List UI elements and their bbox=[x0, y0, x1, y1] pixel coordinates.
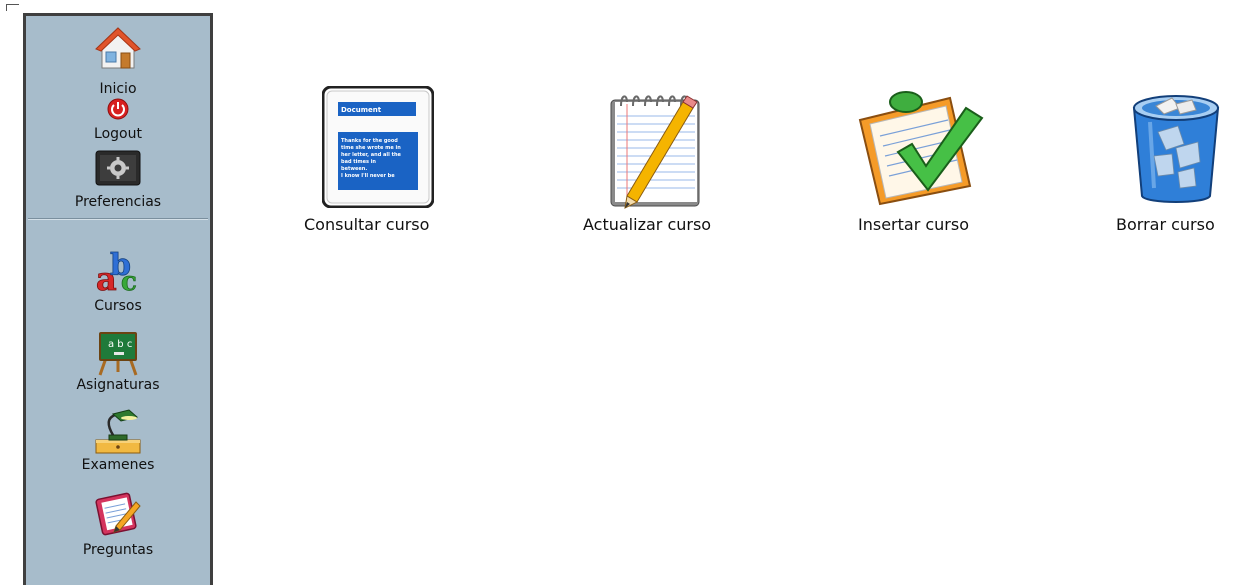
trash-bin-icon bbox=[1132, 95, 1220, 203]
power-icon bbox=[107, 98, 129, 120]
sidebar-item-label: Preguntas bbox=[82, 542, 154, 558]
chalkboard-icon: a b c bbox=[98, 332, 138, 376]
sidebar-item-label: Inicio bbox=[99, 81, 137, 97]
home-icon bbox=[95, 27, 141, 69]
document-preview-line: bad times in bbox=[341, 159, 376, 165]
svg-text:a b c: a b c bbox=[108, 339, 132, 350]
tile-label: Consultar curso bbox=[304, 215, 430, 234]
document-preview-line: I know I'll never be bbox=[341, 173, 395, 179]
sidebar-item-label: Cursos bbox=[94, 298, 142, 314]
insertar-curso-button[interactable]: Insertar curso bbox=[858, 86, 992, 236]
sidebar-item-logout[interactable]: Logout bbox=[26, 98, 210, 144]
consultar-curso-button[interactable]: Document Thanks for the good time she wr… bbox=[304, 86, 450, 236]
tile-label: Insertar curso bbox=[858, 215, 969, 234]
sidebar-divider bbox=[28, 218, 208, 220]
svg-text:c: c bbox=[121, 267, 137, 294]
sidebar-item-label: Preferencias bbox=[74, 194, 162, 210]
sidebar: Inicio Logout Preferencias a b c Cursos … bbox=[23, 13, 213, 585]
sidebar-item-label: Examenes bbox=[81, 457, 155, 473]
notepad-pencil-icon bbox=[610, 95, 700, 209]
document-preview-line: between. bbox=[341, 166, 367, 172]
desk-lamp-icon bbox=[95, 409, 141, 454]
actualizar-curso-button[interactable]: Actualizar curso bbox=[583, 86, 733, 236]
notepad-pencil-icon bbox=[95, 492, 141, 536]
sidebar-item-inicio[interactable]: Inicio bbox=[26, 22, 210, 100]
sidebar-item-asignaturas[interactable]: a b c Asignaturas bbox=[26, 332, 210, 394]
sidebar-item-cursos[interactable]: a b c Cursos bbox=[26, 248, 210, 316]
document-preview-header: Document bbox=[341, 106, 382, 114]
clipboard-check-icon bbox=[858, 91, 984, 206]
document-preview-line: Thanks for the good bbox=[341, 138, 398, 144]
sidebar-item-examenes[interactable]: Examenes bbox=[26, 409, 210, 475]
abc-blocks-icon: a b c bbox=[96, 248, 138, 294]
tile-label: Borrar curso bbox=[1116, 215, 1215, 234]
sidebar-item-label: Logout bbox=[94, 126, 142, 142]
document-preview-line: time she wrote me in bbox=[341, 145, 401, 151]
corner-mark bbox=[6, 4, 19, 11]
tile-label: Actualizar curso bbox=[583, 215, 712, 234]
document-preview-line: her letter, and all the bbox=[341, 152, 402, 158]
borrar-curso-button[interactable]: Borrar curso bbox=[1116, 86, 1238, 236]
sidebar-item-preguntas[interactable]: Preguntas bbox=[26, 492, 210, 558]
document-icon: Document Thanks for the good time she wr… bbox=[322, 86, 434, 208]
sidebar-item-label: Asignaturas bbox=[76, 377, 160, 393]
sidebar-item-preferencias[interactable]: Preferencias bbox=[26, 150, 210, 212]
settings-icon bbox=[95, 150, 141, 186]
